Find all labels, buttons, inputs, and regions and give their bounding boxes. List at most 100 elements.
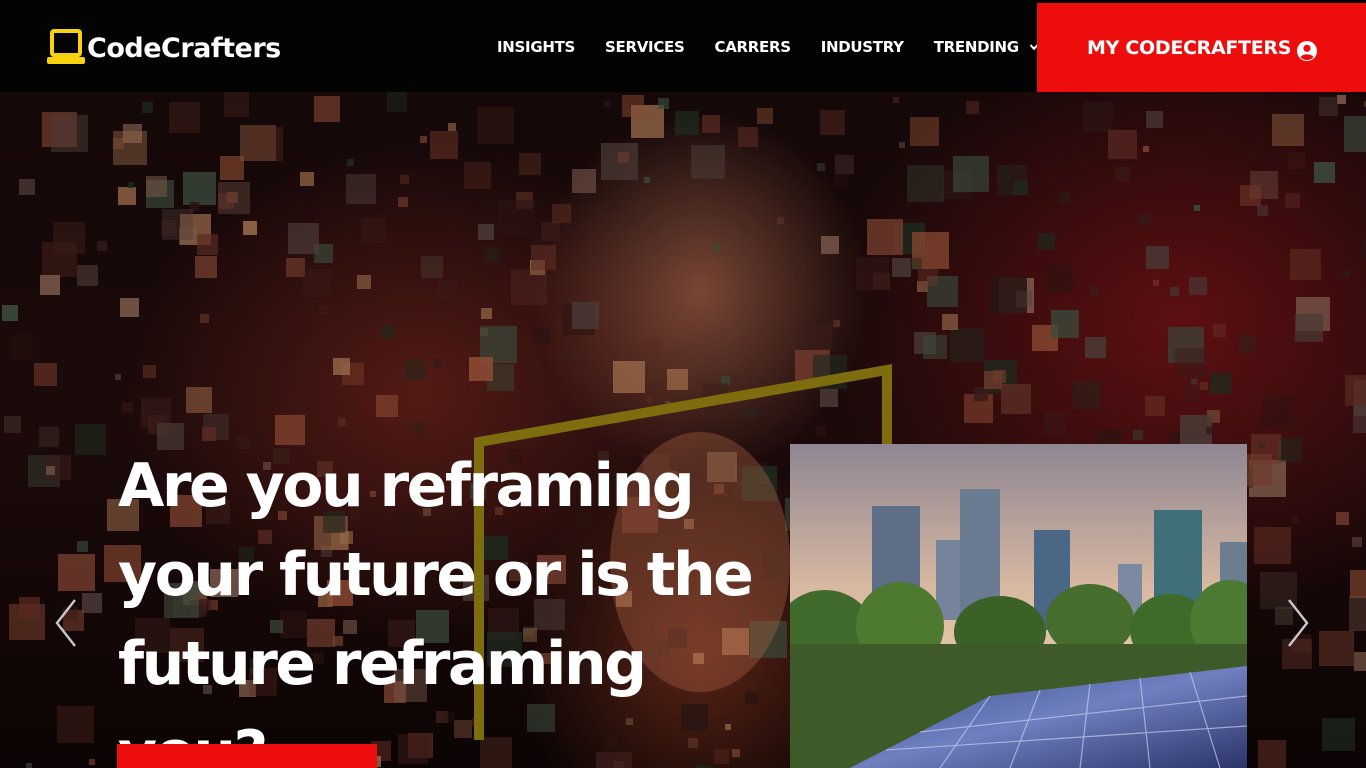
mosaic-tile xyxy=(77,265,98,286)
mosaic-tile xyxy=(534,327,550,343)
mosaic-tile xyxy=(712,243,721,252)
mosaic-tile xyxy=(9,335,33,359)
mosaic-tile xyxy=(1285,193,1300,208)
city-solar-panels-image xyxy=(790,444,1247,768)
mosaic-tile xyxy=(1115,167,1130,182)
mosaic-tile xyxy=(572,169,596,193)
laptop-icon xyxy=(46,28,88,68)
mosaic-tile xyxy=(120,298,139,317)
mosaic-tile xyxy=(122,402,133,413)
mosaic-tile xyxy=(46,466,55,475)
mosaic-tile xyxy=(481,308,492,319)
mosaic-tile xyxy=(1139,214,1150,225)
mosaic-tile xyxy=(34,363,57,386)
user-circle-icon xyxy=(1297,41,1317,61)
nav-insights[interactable]: INSIGHTS xyxy=(497,38,575,56)
mosaic-tile xyxy=(1133,430,1143,440)
mosaic-tile xyxy=(1108,130,1137,159)
mosaic-tile xyxy=(899,142,905,148)
mosaic-tile xyxy=(26,763,32,768)
mosaic-tile xyxy=(338,418,346,426)
my-codecrafters-button[interactable]: MY CODECRAFTERS xyxy=(1037,3,1366,92)
nav-careers[interactable]: CARRERS xyxy=(714,38,791,56)
mosaic-tile xyxy=(1354,652,1366,671)
mosaic-tile xyxy=(1045,265,1073,293)
mosaic-tile xyxy=(531,245,556,270)
mosaic-tile xyxy=(1089,286,1099,296)
mosaic-tile xyxy=(19,597,40,618)
mosaic-tile xyxy=(806,325,832,351)
mosaic-tile xyxy=(421,256,443,278)
mosaic-tile xyxy=(702,115,720,133)
carousel-next-button[interactable] xyxy=(1283,597,1313,649)
mosaic-tile xyxy=(572,302,599,329)
mosaic-tile xyxy=(1038,233,1055,250)
mosaic-tile xyxy=(381,325,394,338)
nav-trending-label: TRENDING xyxy=(933,38,1019,56)
mosaic-tile xyxy=(1189,277,1207,295)
mosaic-tile xyxy=(1290,249,1321,280)
mosaic-tile xyxy=(1059,192,1070,203)
mosaic-tile xyxy=(376,395,398,417)
mosaic-tile xyxy=(511,269,547,305)
mosaic-tile xyxy=(1170,287,1179,296)
mosaic-tile xyxy=(1143,146,1149,152)
mosaic-tile xyxy=(1343,270,1350,277)
mosaic-tile xyxy=(1194,205,1200,211)
hero-headline-line-2: your future or is the xyxy=(118,540,754,610)
mosaic-tile xyxy=(300,172,314,186)
mosaic-tile xyxy=(97,241,107,251)
mosaic-tile xyxy=(618,152,629,163)
mosaic-tile xyxy=(2,305,18,321)
mosaic-tile xyxy=(1239,335,1257,353)
mosaic-tile xyxy=(286,258,305,277)
mosaic-tile xyxy=(1336,512,1349,525)
hero-cta-button[interactable] xyxy=(117,744,377,768)
mosaic-tile xyxy=(1051,310,1079,338)
mosaic-tile xyxy=(604,101,610,107)
mosaic-tile xyxy=(346,174,376,204)
mosaic-tile xyxy=(51,115,88,152)
mosaic-tile xyxy=(1319,631,1354,666)
nav-trending[interactable]: TRENDING xyxy=(934,38,1040,56)
mosaic-tile xyxy=(361,218,386,243)
mosaic-tile xyxy=(387,92,407,112)
carousel-prev-button[interactable] xyxy=(51,597,81,649)
mosaic-tile xyxy=(642,338,661,357)
mosaic-tile xyxy=(1251,434,1281,464)
mosaic-tile xyxy=(1145,396,1165,416)
mosaic-tile xyxy=(142,102,153,113)
mosaic-tile xyxy=(1153,280,1159,286)
mosaic-tile xyxy=(1278,438,1302,462)
hero-headline-line-1: Are you reframing xyxy=(118,451,695,521)
mosaic-tile xyxy=(115,374,121,380)
mosaic-tile xyxy=(118,187,136,205)
mosaic-tile xyxy=(1258,740,1286,768)
mosaic-tile xyxy=(1182,384,1200,402)
mosaic-tile xyxy=(200,314,209,323)
mosaic-tile xyxy=(243,221,257,235)
nav-industry[interactable]: INDUSTRY xyxy=(821,38,904,56)
mosaic-tile xyxy=(477,107,514,144)
mosaic-tile xyxy=(53,222,85,254)
mosaic-tile xyxy=(984,371,1002,389)
mosaic-tile xyxy=(128,182,134,188)
mosaic-tile xyxy=(82,593,102,613)
mosaic-tile xyxy=(834,172,848,186)
mosaic-tile xyxy=(1262,396,1295,429)
mosaic-tile xyxy=(1259,442,1265,448)
mosaic-tile xyxy=(275,415,305,445)
mosaic-tile xyxy=(777,217,784,224)
mosaic-tile xyxy=(1314,162,1335,183)
nav-services[interactable]: SERVICES xyxy=(605,38,685,56)
mosaic-tile xyxy=(644,177,650,183)
mosaic-tile xyxy=(856,257,889,290)
mosaic-tile xyxy=(169,102,200,133)
mosaic-tile xyxy=(1146,111,1163,128)
mosaic-tile xyxy=(57,706,94,743)
mosaic-tile xyxy=(1291,517,1298,524)
brand-logo[interactable]: CodeCrafters xyxy=(46,28,281,68)
mosaic-tile xyxy=(974,387,988,401)
mosaic-tile xyxy=(910,117,939,146)
mosaic-tile xyxy=(552,204,571,223)
